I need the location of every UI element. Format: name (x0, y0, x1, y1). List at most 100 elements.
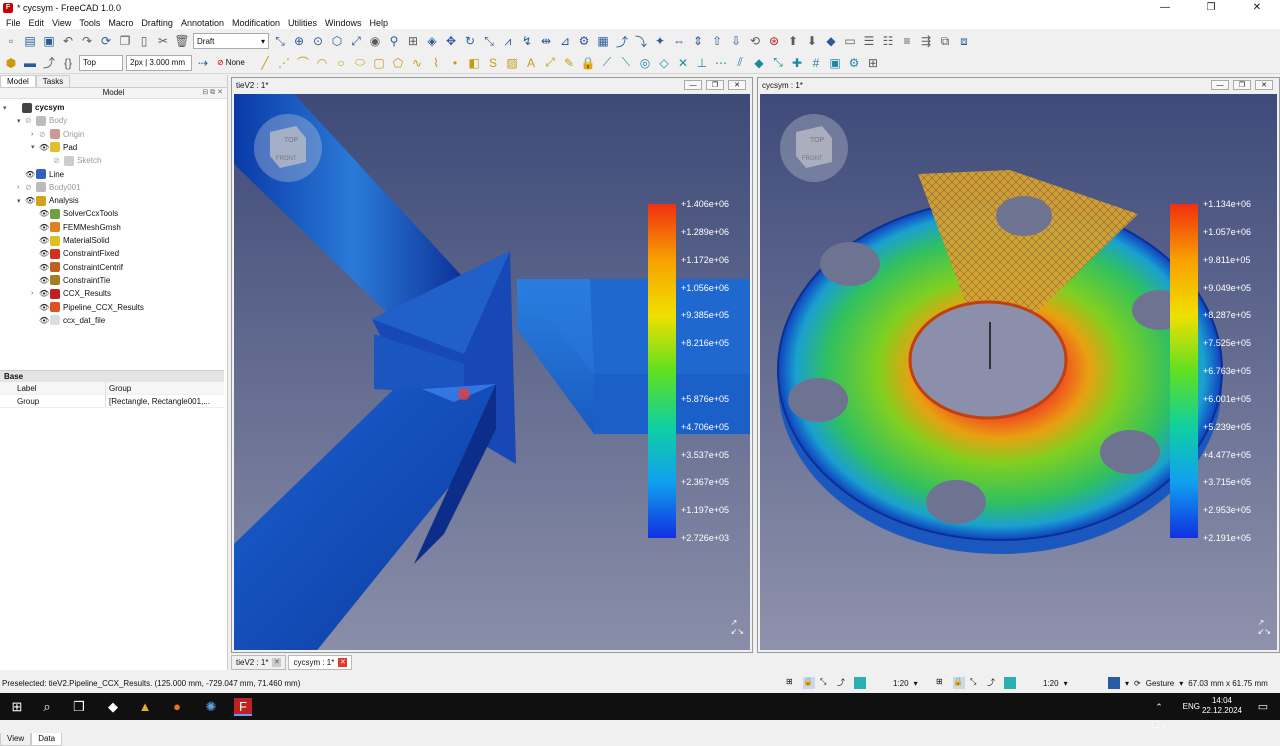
lock-snap-icon[interactable]: 🔒 (803, 677, 815, 689)
tree-item[interactable]: 👁 SolverCcxTools (31, 207, 118, 220)
snap-dimensions-icon[interactable]: ⚙ (846, 55, 862, 71)
group-icon[interactable]: ⧉ (937, 33, 953, 49)
panel-controls-icon[interactable]: ⊟ ⧉ ✕ (202, 88, 223, 97)
visibility-eye-icon[interactable]: 👁 (25, 196, 36, 205)
menu-windows[interactable]: Windows (321, 18, 366, 28)
tree-item[interactable]: › ⊘ Body001 (17, 181, 81, 194)
windows-start-icon[interactable]: ⊞ (8, 698, 26, 716)
draft-to-sketch-icon[interactable]: ⊛ (766, 33, 782, 49)
visibility-eye-icon[interactable]: 👁 (39, 276, 50, 285)
firefox-icon[interactable]: ● (168, 698, 186, 716)
save-icon[interactable]: ▣ (41, 33, 57, 49)
snap-grid-icon[interactable]: # (808, 55, 824, 71)
expand-arrow-icon[interactable]: › (31, 131, 39, 138)
tab-tasks[interactable]: Tasks (35, 75, 71, 87)
upgrade-icon[interactable]: ⇧ (709, 33, 725, 49)
restore-view-button[interactable]: ❐ (706, 80, 724, 90)
chevron-down-icon[interactable]: ▾ (1064, 679, 1068, 688)
folder-icon[interactable]: ▬ (22, 55, 38, 71)
paste-icon[interactable]: ▯ (136, 33, 152, 49)
view-cube-icon[interactable]: ⬡ (329, 33, 345, 49)
tab-model[interactable]: Model (0, 75, 36, 87)
clone-icon[interactable]: ⚙ (576, 33, 592, 49)
app-icon-2[interactable]: ▲ (136, 698, 154, 716)
arc-icon[interactable]: ◠ (314, 55, 330, 71)
scale-icon[interactable]: ⤡ (481, 33, 497, 49)
array-icon[interactable]: ▦ (595, 33, 611, 49)
snap-toggle-icon[interactable]: ⤴ (837, 677, 849, 689)
facebinder-icon[interactable]: ◧ (466, 55, 482, 71)
dimension-icon[interactable]: ⤢ (542, 55, 558, 71)
hatch-draw-icon[interactable]: ▨ (504, 55, 520, 71)
visibility-eye-icon[interactable]: 👁 (39, 303, 50, 312)
undo-icon[interactable]: ↶ (60, 33, 76, 49)
tree-item[interactable]: › 👁 CCX_Results (31, 287, 111, 300)
lock-snap-icon[interactable]: 🔒 (953, 677, 965, 689)
search-icon[interactable]: ⌕ (38, 698, 56, 716)
property-value[interactable]: [Rectangle, Rectangle001,... (106, 397, 210, 406)
close-tab-icon[interactable]: ✕ (338, 658, 348, 667)
open-file-icon[interactable]: ▤ (22, 33, 38, 49)
snap-ortho-icon[interactable]: ✚ (789, 55, 805, 71)
tab-data[interactable]: Data (31, 733, 63, 746)
copy-icon[interactable]: ❐ (117, 33, 133, 49)
new-file-icon[interactable]: ▫ (3, 33, 19, 49)
3d-viewport-tiev2[interactable]: TOP FRONT +1.406e+06 +1.289e+06 +1.172e+06… (234, 94, 750, 650)
grid-toggle-icon[interactable]: ⊞ (936, 677, 948, 689)
move-icon[interactable]: ✥ (443, 33, 459, 49)
hatch-icon[interactable]: ⇶ (918, 33, 934, 49)
close-button[interactable]: ✕ (1234, 0, 1280, 16)
draw-style-icon[interactable]: ◉ (367, 33, 383, 49)
refresh-icon[interactable]: ⟳ (98, 33, 114, 49)
tree-item[interactable]: › ⊘ Origin (31, 128, 84, 141)
tree-item[interactable]: 👁 ConstraintTie (31, 274, 110, 287)
annotation-text-icon[interactable]: A (523, 55, 539, 71)
ellipse-icon[interactable]: ⬭ (352, 55, 368, 71)
notification-icon[interactable]: ▭ (1254, 698, 1272, 716)
tree-item[interactable]: 👁 ConstraintFixed (31, 247, 119, 260)
tree-item[interactable]: 👁 MaterialSolid (31, 234, 109, 247)
doc-tab-cycsym[interactable]: cycsym : 1* ✕ (288, 655, 353, 670)
snap-intersection-icon[interactable]: ✕ (675, 55, 691, 71)
shapestring-icon[interactable]: ≡ (899, 33, 915, 49)
snap-special-icon[interactable]: ◆ (751, 55, 767, 71)
working-plane-icon[interactable]: ⬢ (3, 55, 19, 71)
chevron-down-icon[interactable]: ▾ (914, 679, 918, 688)
snap-workingplane-icon[interactable]: ▣ (827, 55, 843, 71)
menu-annotation[interactable]: Annotation (177, 18, 228, 28)
navigation-cube-icon[interactable]: TOP FRONT (248, 108, 328, 188)
snap-parallel-icon[interactable]: ⫽ (732, 55, 748, 71)
snap-icon[interactable]: ⤴ (41, 55, 57, 71)
visibility-eye-icon[interactable]: 👁 (39, 263, 50, 272)
text-icon[interactable]: ☷ (880, 33, 896, 49)
menu-utilities[interactable]: Utilities (284, 18, 321, 28)
edit-icon[interactable]: ⇔ (671, 33, 687, 49)
fit-selection-icon[interactable]: ⊙ (310, 33, 326, 49)
snap-endpoint-icon[interactable]: ⟋ (599, 55, 615, 71)
scale-display-2[interactable]: 1:20 (1043, 679, 1059, 688)
snap-midpoint-icon[interactable]: ⟍ (618, 55, 634, 71)
workbench-select[interactable]: Draft ▾ (193, 33, 269, 49)
menu-file[interactable]: File (2, 18, 25, 28)
visibility-eye-icon[interactable]: ⊘ (39, 130, 50, 139)
minimize-view-button[interactable]: — (684, 80, 702, 90)
shape2dview-icon[interactable]: ⬆ (785, 33, 801, 49)
point-icon[interactable]: • (447, 55, 463, 71)
grid-toggle-icon[interactable]: ⊞ (786, 677, 798, 689)
expand-arrow-icon[interactable]: ▾ (31, 143, 39, 151)
expand-arrow-icon[interactable]: ▾ (3, 104, 11, 112)
expand-arrow-icon[interactable]: ▾ (17, 197, 25, 205)
snap-lock-icon[interactable]: 🔒 (580, 55, 596, 71)
expand-arrow-icon[interactable]: › (17, 184, 25, 191)
snap-perpendicular-icon[interactable]: ⊥ (694, 55, 710, 71)
minimize-view-button[interactable]: — (1211, 80, 1229, 90)
snap-center-icon[interactable]: ◎ (637, 55, 653, 71)
whats-this-icon[interactable]: ⤡ (272, 33, 288, 49)
freecad-taskbar-icon[interactable]: F (234, 698, 252, 716)
visibility-eye-icon[interactable]: 👁 (39, 209, 50, 218)
tree-item[interactable]: 👁 FEMMeshGmsh (31, 221, 121, 234)
navigation-style[interactable]: Gesture (1146, 679, 1174, 688)
rectangle-icon[interactable]: ▢ (371, 55, 387, 71)
menu-help[interactable]: Help (366, 18, 393, 28)
clock[interactable]: 14:04 22.12.2024 (1202, 696, 1242, 716)
